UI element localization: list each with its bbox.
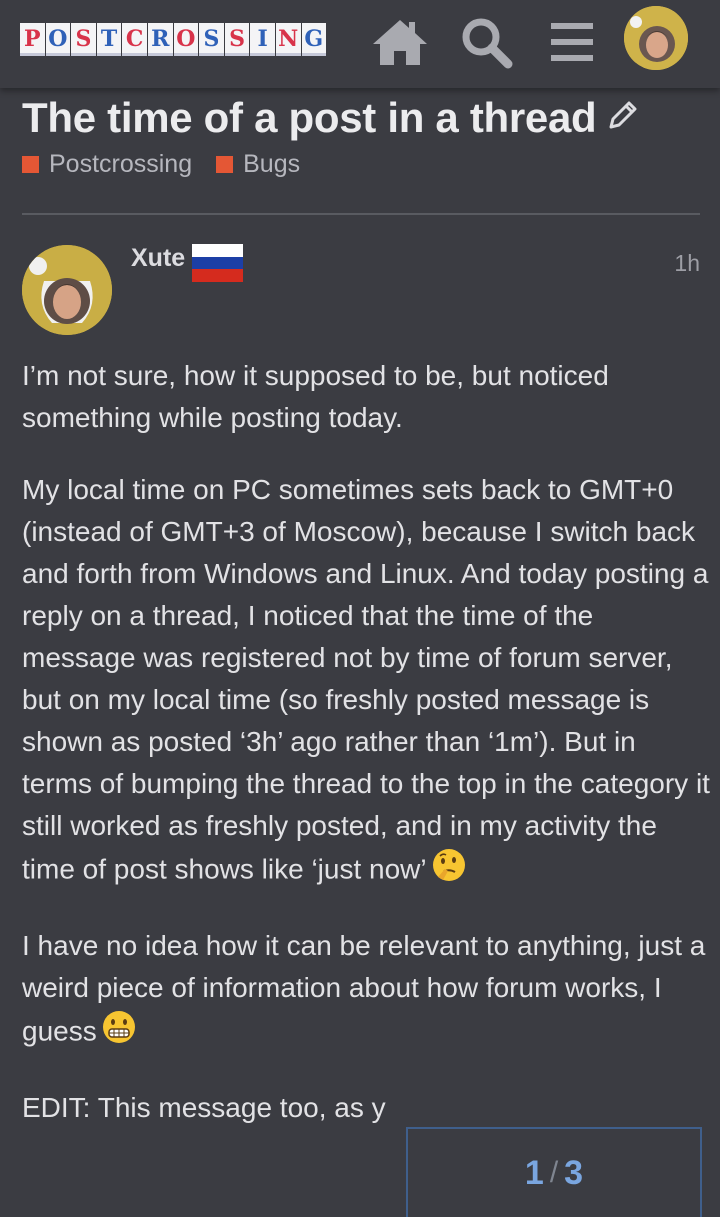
logo-letter: I xyxy=(250,23,275,56)
category-label: Postcrossing xyxy=(49,150,193,178)
logo-letter: G xyxy=(301,23,327,56)
home-icon[interactable] xyxy=(370,14,430,70)
grimacing-face-emoji-icon xyxy=(101,1009,137,1057)
category-color-swatch xyxy=(216,156,234,173)
progress-current: 1 xyxy=(524,1153,544,1192)
logo-letter: O xyxy=(173,23,199,56)
edit-pencil-icon[interactable] xyxy=(606,92,640,144)
logo-letter: S xyxy=(71,23,96,56)
logo-letter: T xyxy=(96,23,122,56)
post-paragraph: EDIT: This message too, as y xyxy=(22,1092,386,1123)
topic-title: The time of a post in a thread xyxy=(22,94,597,141)
russia-flag-icon xyxy=(192,244,243,282)
logo-letter: O xyxy=(45,23,71,56)
category-label: Bugs xyxy=(243,150,301,178)
post-paragraph: I have no idea how it can be relevant to… xyxy=(22,925,712,1057)
category-bugs[interactable]: Bugs xyxy=(216,150,300,179)
post-author-avatar[interactable] xyxy=(22,245,112,335)
logo-letter: R xyxy=(147,23,173,56)
post-paragraph: My local time on PC sometimes sets back … xyxy=(22,469,712,895)
logo-letter: S xyxy=(224,23,250,56)
logo-letter: P xyxy=(20,23,45,56)
search-icon[interactable] xyxy=(456,14,516,70)
post-username[interactable]: Xute xyxy=(131,244,185,273)
post-timestamp[interactable]: 1h xyxy=(674,250,700,277)
hamburger-menu-icon[interactable] xyxy=(542,14,602,70)
category-list: Postcrossing Bugs xyxy=(22,150,702,179)
user-avatar[interactable] xyxy=(624,6,688,70)
progress-total: 3 xyxy=(564,1153,584,1192)
post-paragraph: I’m not sure, how it supposed to be, but… xyxy=(22,360,609,433)
postcrossing-logo[interactable]: P O S T C R O S S I N G xyxy=(20,23,327,56)
topic-header: The time of a post in a thread Postcross… xyxy=(22,92,702,179)
progress-separator: / xyxy=(549,1156,559,1189)
topic-title-row: The time of a post in a thread xyxy=(22,92,702,144)
divider xyxy=(22,213,700,215)
thinking-face-emoji-icon xyxy=(431,847,467,895)
logo-letter: S xyxy=(199,23,224,56)
topic-progress-button[interactable]: 1 / 3 xyxy=(406,1127,702,1217)
category-postcrossing[interactable]: Postcrossing xyxy=(22,150,192,179)
category-color-swatch xyxy=(22,156,39,173)
post-body: I’m not sure, how it supposed to be, but… xyxy=(22,355,712,1159)
site-header: P O S T C R O S S I N G xyxy=(0,0,720,88)
logo-letter: C xyxy=(122,23,147,56)
logo-letter: N xyxy=(275,23,301,56)
